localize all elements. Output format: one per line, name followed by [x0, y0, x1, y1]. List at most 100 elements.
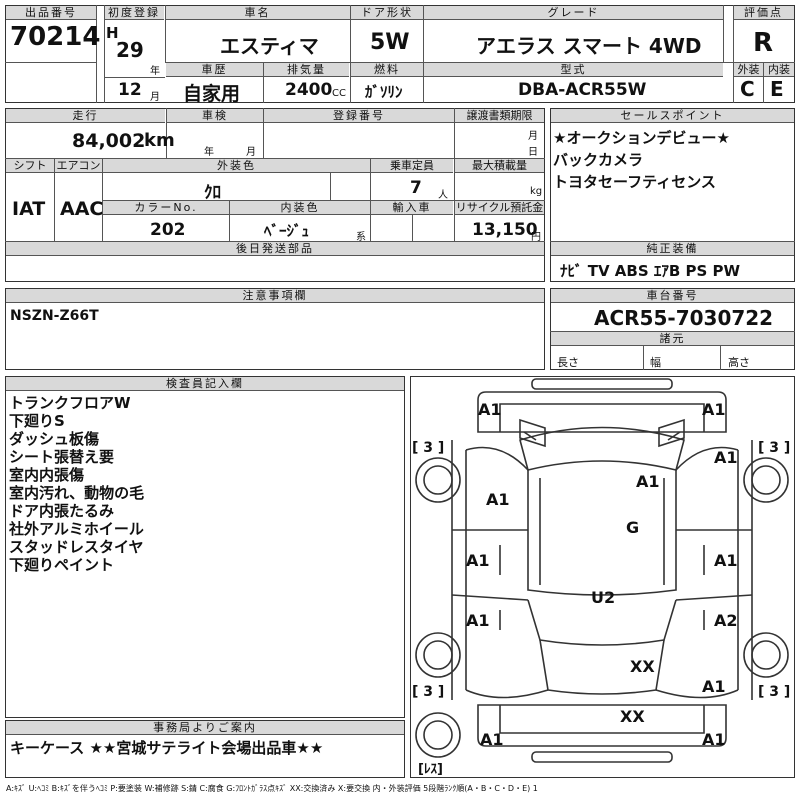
diagram-mark-front-left: A1 — [478, 400, 502, 419]
color-no-value: 202 — [150, 220, 186, 240]
note-4: シート張替え要 — [9, 448, 115, 466]
car-name-value: エスティマ — [220, 34, 319, 58]
note-9: スタッドレスタイヤ — [9, 538, 144, 556]
interior-header: 内装 — [764, 63, 794, 77]
model-code-value: DBA-ACR55W — [518, 80, 647, 100]
note-2: 下廻りS — [9, 412, 65, 430]
diagram-mark-quarter-right: A1 — [702, 677, 726, 696]
tire-fl-rating: [ 3 ] — [412, 440, 445, 456]
diagram-mark-door-fr: A1 — [714, 551, 738, 570]
width-label: 幅 — [650, 356, 661, 369]
note-8: 社外アルミホイール — [9, 520, 144, 538]
diagram-mark-glass: G — [626, 518, 640, 537]
history-header: 車歴 — [166, 63, 263, 77]
fuel-header: 燃料 — [351, 63, 423, 77]
score-value: R — [753, 28, 774, 58]
tire-rl-rating: [ 3 ] — [412, 684, 445, 700]
deadline-day-unit: 日 — [528, 147, 538, 158]
recycle-header: リサイクル預託金 — [455, 201, 544, 215]
note-3: ダッシュ板傷 — [9, 430, 100, 448]
sales-points-header: セールスポイント — [551, 109, 794, 123]
spare-tire-rating: [ﾚｽ] — [418, 762, 443, 777]
tire-rr-rating: [ 3 ] — [758, 684, 791, 700]
inspection-year-unit: 年 — [204, 147, 214, 158]
height-label: 高さ — [728, 356, 750, 369]
model-code-header: 型式 — [424, 63, 723, 77]
inspection-month-unit: 月 — [246, 147, 256, 158]
transfer-deadline-header: 譲渡書類期限 — [455, 109, 544, 123]
inspector-header: 検査員記入欄 — [6, 377, 404, 391]
caution-header: 注意事項欄 — [6, 289, 544, 303]
sales-point-2: バックカメラ — [553, 151, 644, 169]
tire-fr-rating: [ 3 ] — [758, 440, 791, 456]
note-10: 下廻りペイント — [9, 556, 115, 574]
int-color-value: ﾍﾞｰｼﾞｭ — [264, 222, 310, 240]
year-value: 29 — [116, 38, 144, 62]
lot-no-value: 70214 — [10, 22, 101, 52]
diagram-mark-hood: A1 — [636, 472, 660, 491]
first-reg-header: 初度登録 — [104, 6, 164, 20]
diagram-mark-back-door: XX — [630, 657, 655, 676]
genuine-equip-header: 純正装備 — [551, 242, 794, 256]
int-color-header: 内装色 — [230, 201, 370, 215]
exterior-grade-value: C — [740, 77, 755, 101]
diagram-mark-rear-right: A1 — [702, 730, 726, 749]
note-5: 室内内張傷 — [9, 466, 85, 484]
inspection-header: 車検 — [167, 109, 263, 123]
grade-value: アエラス スマート 4WD — [476, 34, 702, 58]
mileage-header: 走行 — [6, 109, 165, 123]
dims-header: 諸元 — [551, 332, 794, 346]
note-7: ドア内張たるみ — [9, 502, 115, 520]
ext-color-header: 外装色 — [103, 159, 370, 173]
displacement-value: 2400 — [285, 80, 333, 100]
exterior-header: 外装 — [734, 63, 763, 77]
reg-no-header: 登録番号 — [264, 109, 454, 123]
deadline-month-unit: 月 — [528, 131, 538, 142]
shift-value: IAT — [12, 198, 46, 220]
door-header: ドア形状 — [351, 6, 423, 20]
inspector-notes: トランクフロアW 下廻りS ダッシュ板傷 シート張替え要 室内内張傷 室内汚れ、… — [9, 394, 144, 574]
later-parts-header: 後日発送部品 — [6, 242, 544, 256]
door-value: 5W — [370, 30, 410, 55]
aircon-header: エアコン — [55, 159, 102, 173]
max-load-header: 最大積載量 — [455, 159, 544, 173]
length-label: 長さ — [557, 356, 579, 369]
grade-header: グレード — [424, 6, 723, 20]
diagram-mark-rear-left: A1 — [480, 730, 504, 749]
chassis-no-value: ACR55-7030722 — [594, 306, 774, 330]
office-header: 事務局よりご案内 — [6, 721, 404, 735]
car-name-header: 車名 — [165, 6, 350, 20]
caution-text: NSZN-Z66T — [10, 308, 99, 324]
damage-diagram — [410, 376, 795, 778]
history-value: 自家用 — [183, 83, 241, 105]
note-1: トランクフロアW — [9, 394, 131, 412]
lot-no-header: 出品番号 — [6, 6, 96, 20]
capacity-value: 7 — [410, 178, 422, 198]
person-unit: 人 — [438, 190, 448, 201]
displacement-header: 排気量 — [264, 63, 349, 77]
kg-unit: kg — [530, 186, 543, 197]
km-unit: km — [144, 130, 175, 151]
interior-grade-value: E — [770, 77, 784, 101]
diagram-mark-fender-left: A1 — [486, 490, 510, 509]
mileage-value: 84,002 — [72, 130, 146, 152]
capacity-header: 乗車定員 — [371, 159, 453, 173]
note-6: 室内汚れ、動物の毛 — [9, 484, 145, 502]
diagram-mark-fender-right: A1 — [714, 448, 738, 467]
diagram-mark-roof: U2 — [591, 588, 616, 607]
sales-point-3: トヨタセーフティセンス — [553, 173, 716, 191]
fuel-value: ｶﾞｿﾘﾝ — [365, 83, 403, 101]
month-value: 12 — [118, 80, 142, 100]
diagram-mark-door-rr: A2 — [714, 611, 738, 630]
diagram-mark-door-rl: A1 — [466, 611, 490, 630]
cc-unit: CC — [332, 88, 346, 99]
aircon-value: AAC — [60, 198, 104, 220]
office-message: キーケース ★★宮城サテライト会場出品車★★ — [10, 739, 324, 757]
year-unit: 年 — [150, 66, 160, 77]
sales-point-1: ★オークションデビュー★ — [553, 129, 730, 147]
diagram-mark-rear-bumper: XX — [620, 707, 645, 726]
equipment-value: ﾅﾋﾞ TV ABS ｴｱB PS PW — [560, 262, 741, 280]
score-header: 評価点 — [733, 6, 794, 20]
chassis-no-header: 車台番号 — [551, 289, 794, 303]
diagram-mark-front-right: A1 — [702, 400, 726, 419]
